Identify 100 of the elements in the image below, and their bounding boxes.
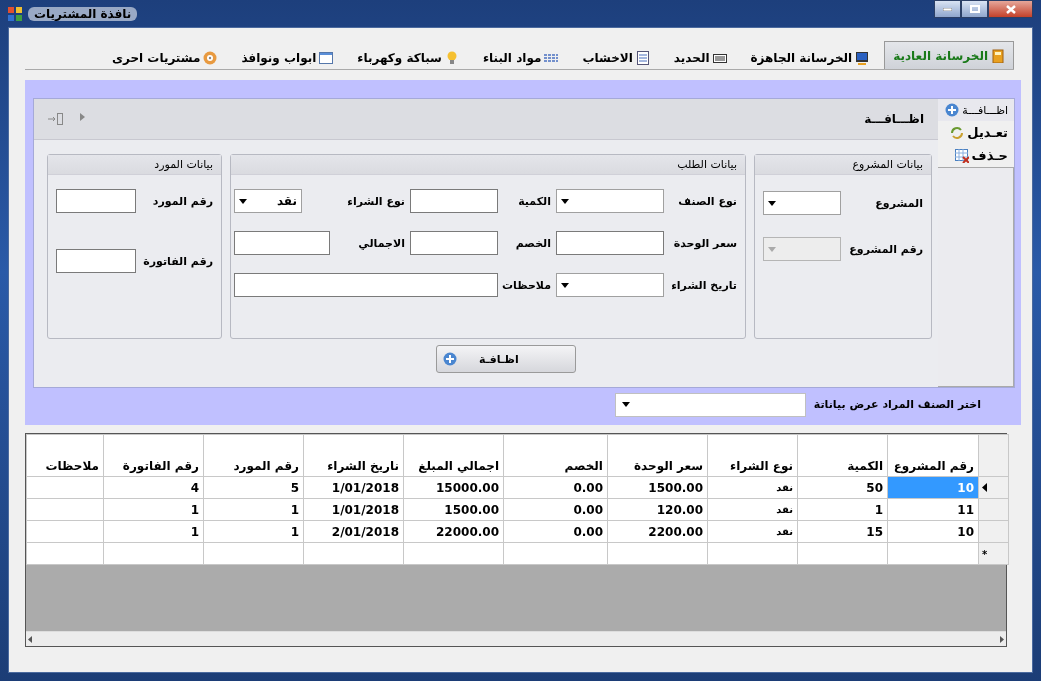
plus-icon	[945, 103, 960, 117]
table-cell: 1	[797, 498, 888, 521]
table-cell: 11	[887, 498, 979, 521]
tab[interactable]: الخرسانة العادية	[884, 41, 1014, 69]
table-cell: 50	[797, 476, 888, 499]
table-cell: 4	[103, 476, 204, 499]
tab[interactable]: سباكة وكهرباء	[348, 45, 468, 69]
close-button[interactable]	[988, 0, 1033, 18]
dropdown[interactable]: نقد	[234, 189, 302, 213]
table-cell: 1	[103, 498, 204, 521]
table-cell: 120.00	[607, 498, 708, 521]
caret-icon	[768, 246, 776, 252]
table-cell: 1	[103, 520, 204, 543]
table-cell: 22000.00	[403, 520, 504, 543]
tab[interactable]: مواد البناء	[473, 45, 568, 69]
caret-icon	[768, 200, 776, 206]
dropdown[interactable]	[556, 189, 664, 213]
input-field[interactable]	[56, 249, 136, 273]
group-title: بيانات المورد	[48, 155, 221, 175]
scroll-left-icon	[28, 635, 32, 643]
disc-icon	[203, 50, 218, 65]
table-cell: 15	[797, 520, 888, 543]
caret-icon	[239, 198, 247, 204]
refresh-icon	[950, 125, 965, 140]
column-header[interactable]: الكمية	[797, 434, 888, 477]
table-cell: 1/01/2018	[303, 476, 404, 499]
table-cell: 1	[203, 520, 304, 543]
tab[interactable]: ابواب ونوافذ	[232, 45, 343, 69]
list-icon	[635, 50, 650, 65]
calculator-icon	[991, 48, 1005, 63]
column-header[interactable]: نوع الشراء	[707, 434, 798, 477]
column-header[interactable]: رقم المورد	[203, 434, 304, 477]
field-label: نوع الشراء	[346, 194, 405, 208]
arrow-icon	[80, 113, 85, 121]
column-header[interactable]: الخصم	[503, 434, 608, 477]
input-field[interactable]	[556, 231, 664, 255]
maximize-button[interactable]	[961, 0, 988, 18]
exit-icon	[48, 113, 64, 125]
row-header[interactable]	[978, 476, 1009, 499]
scroll-right-icon	[1000, 635, 1004, 643]
close-icon	[1005, 4, 1016, 14]
table-cell: 15000.00	[403, 476, 504, 499]
field-label: ملاحظات	[503, 278, 551, 292]
horizontal-scrollbar[interactable]	[26, 631, 1006, 646]
input-field[interactable]	[234, 273, 498, 297]
input-field[interactable]	[56, 189, 136, 213]
table-cell: نقد	[707, 476, 798, 499]
field-label: الخصم	[514, 236, 551, 250]
table-delete-icon	[954, 148, 969, 163]
new-row-marker: *	[982, 548, 988, 560]
column-header[interactable]: رقم الفاتورة	[103, 434, 204, 477]
input-field[interactable]	[410, 189, 498, 213]
window-title: نافذة المشتريات	[28, 6, 138, 21]
monitor-icon	[855, 50, 870, 65]
field-label: الاجمالي	[357, 236, 405, 250]
field-label: سعر الوحدة	[672, 236, 737, 250]
dropdown[interactable]	[556, 273, 664, 297]
caret-icon	[561, 282, 569, 288]
input-field[interactable]	[234, 231, 330, 255]
table-cell: 5	[203, 476, 304, 499]
filter-label: اختر الصنف المراد عرض بياناتة	[813, 398, 981, 411]
column-header[interactable]: سعر الوحدة	[607, 434, 708, 477]
input-field[interactable]	[410, 231, 498, 255]
table-cell: 0.00	[503, 498, 608, 521]
minimize-button[interactable]	[934, 0, 961, 18]
current-row-icon	[982, 482, 987, 492]
minimize-icon	[943, 7, 952, 11]
table-cell: 1500.00	[403, 498, 504, 521]
group-title: بيانات الطلب	[231, 155, 745, 175]
table-cell: 2200.00	[607, 520, 708, 543]
column-header[interactable]: ملاحظات	[26, 434, 104, 477]
table-cell: نقد	[707, 498, 798, 521]
side-tab[interactable]: حـذف	[938, 144, 1014, 167]
table-cell: 10	[887, 520, 979, 543]
tab[interactable]: الخرسانة الجاهزة	[741, 45, 879, 69]
window-icon	[319, 50, 334, 65]
table-cell: 1/01/2018	[303, 498, 404, 521]
table-cell: 1	[203, 498, 304, 521]
column-header[interactable]: اجمالي المبلغ	[403, 434, 504, 477]
caret-icon	[621, 402, 630, 407]
app-icon	[8, 6, 22, 21]
add-button[interactable]: اظـافـة	[436, 345, 576, 373]
field-label: رقم الفاتورة	[142, 254, 213, 268]
field-label: المشروع	[874, 196, 923, 210]
tab[interactable]: الاخشاب	[573, 45, 659, 69]
plus-icon	[443, 352, 457, 366]
table-cell: 2/01/2018	[303, 520, 404, 543]
field-label: رقم المشروع	[848, 242, 923, 256]
column-header[interactable]: ناريخ الشراء	[303, 434, 404, 477]
tab[interactable]: مشتريات احرى	[102, 45, 227, 69]
table-cell: 1500.00	[607, 476, 708, 499]
field-label: نوع الصنف	[677, 194, 737, 208]
column-header[interactable]: رقم المشروع	[887, 434, 979, 477]
table-cell: نقد	[707, 520, 798, 543]
group-title: بيانات المشروع	[755, 155, 931, 175]
dropdown[interactable]	[763, 191, 841, 215]
side-tab[interactable]: تعـديل	[938, 121, 1014, 144]
tab[interactable]: الحديد	[664, 45, 736, 69]
side-tab[interactable]: اظـــافـــة	[938, 99, 1014, 121]
maximize-icon	[969, 5, 980, 13]
